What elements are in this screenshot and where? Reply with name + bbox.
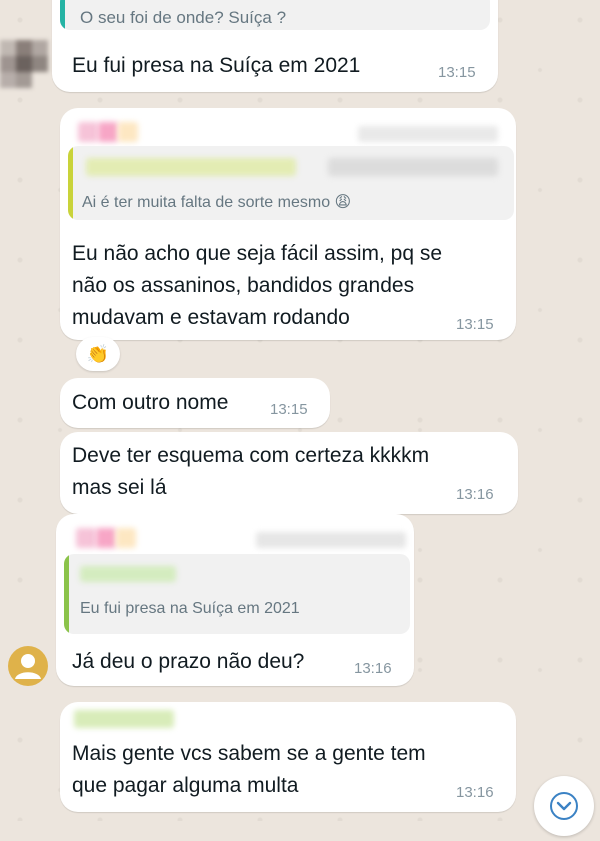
message-bubble[interactable]: Com outro nome 13:15 [60,378,330,428]
message-time: 13:15 [456,316,494,333]
message-time: 13:15 [270,401,308,418]
quoted-message[interactable]: Eu fui presa na Suíça em 2021 [64,554,410,634]
quote-text: O seu foi de onde? Suíça ? [80,8,287,27]
message-text-line: Eu não acho que seja fácil assim, pq se [72,242,443,265]
message-time: 13:16 [354,660,392,677]
reaction-clap-icon[interactable]: 👏 [76,337,120,371]
message-text-line: Deve ter esquema com certeza kkkkm [72,444,430,467]
message-bubble[interactable]: Mais gente vcs sabem se a gente tem que … [60,702,516,812]
avatar-blurred [0,40,50,90]
quote-bar [68,146,73,220]
message-bubble[interactable]: Ai é ter muita falta de sorte mesmo 😩 Eu… [60,108,516,340]
quote-bar [64,554,69,634]
message-text: Eu fui presa na Suíça em 2021 [72,54,361,77]
user-icon [15,654,41,679]
message-time: 13:16 [456,486,494,503]
message-text-line: não os assaninos, bandidos grandes [72,274,415,297]
message-text-line: mas sei lá [72,476,167,499]
message-bubble[interactable]: Deve ter esquema com certeza kkkkm mas s… [60,432,518,514]
message-bubble[interactable]: Eu fui presa na Suíça em 2021 Já deu o p… [56,514,414,686]
sender-name-blurred [76,524,406,552]
quoted-message[interactable]: O seu foi de onde? Suíça ? [60,0,490,30]
quote-author-blurred [80,566,176,582]
quote-text: Ai é ter muita falta de sorte mesmo 😩 [82,194,352,211]
quote-text: Eu fui presa na Suíça em 2021 [80,600,300,617]
sender-name-blurred [74,710,174,728]
quote-author-blurred [86,158,296,176]
message-time: 13:16 [456,784,494,801]
chevron-down-icon [550,792,578,820]
message-bubble[interactable]: O seu foi de onde? Suíça ? Eu fui presa … [52,0,498,92]
quote-bar [60,0,65,30]
user-avatar-icon[interactable] [8,646,48,686]
message-text: Já deu o prazo não deu? [72,650,305,673]
message-text-line: mudavam e estavam rodando [72,306,350,329]
message-time: 13:15 [438,64,476,81]
sender-name-blurred [78,118,498,146]
message-text: Com outro nome [72,391,229,414]
quoted-message[interactable]: Ai é ter muita falta de sorte mesmo 😩 [68,146,514,220]
scroll-down-button[interactable] [534,776,594,836]
message-text-line: Mais gente vcs sabem se a gente tem [72,742,426,765]
message-text-line: que pagar alguma multa [72,774,299,797]
